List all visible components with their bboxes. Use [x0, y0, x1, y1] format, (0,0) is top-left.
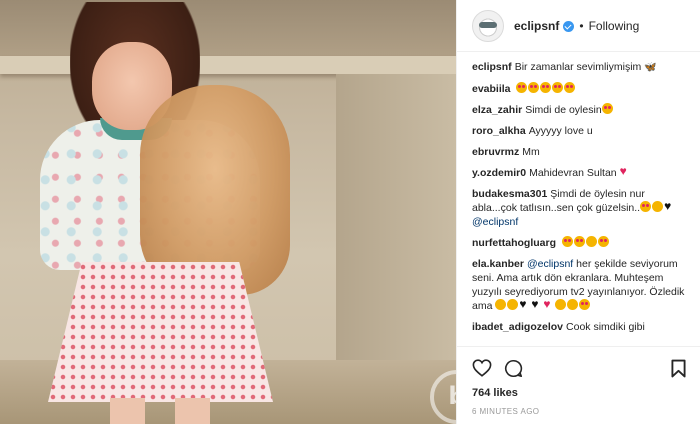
comment-item: y.ozdemir0 Mahidevran Sultan	[472, 164, 691, 180]
heart-eyes-emoji-icon	[561, 236, 573, 247]
comment-item: ela.kanber @eclipsnf her şekilde seviyoru…	[472, 257, 691, 313]
comment-username[interactable]: ebruvrmz	[472, 146, 519, 158]
comment-item: ebruvrmz Mm	[472, 145, 691, 159]
verified-badge-icon	[563, 21, 575, 32]
heart-eyes-emoji-icon	[552, 82, 564, 93]
comment-username[interactable]: budakesma301	[472, 188, 547, 200]
post-sidebar: eclipsnf • Following eclipsnf Bir zamanla…	[456, 0, 700, 424]
comment-mention[interactable]: @eclipsnf	[472, 216, 518, 228]
following-button[interactable]: Following	[589, 19, 640, 33]
comment-username[interactable]: ibadet_adigozelov	[472, 321, 563, 333]
heart-eyes-emoji-icon	[579, 299, 591, 310]
avatar[interactable]	[472, 9, 504, 42]
bookmark-icon[interactable]	[671, 359, 686, 378]
speech-bubble-icon[interactable]	[504, 359, 523, 378]
separator-dot: •	[579, 18, 584, 33]
child-legs	[110, 398, 210, 424]
hand-emoji-icon	[507, 299, 519, 310]
heart-emoji-icon	[543, 297, 554, 311]
comment-item: roro_alkha Ayyyyy love u	[472, 124, 691, 138]
child-skirt	[48, 262, 273, 402]
smile-emoji-icon	[585, 236, 597, 247]
likes-count[interactable]: 764 likes	[472, 387, 686, 399]
butterfly-icon: 🦋	[644, 62, 657, 73]
comment-mention[interactable]: @eclipsnf	[527, 258, 573, 270]
comment-text: Mm	[522, 146, 540, 158]
comment-username[interactable]: nurfettahogluarg	[472, 237, 556, 249]
heart-eyes-emoji-icon	[573, 236, 585, 247]
comment-text: Cook simdiki gibi	[566, 321, 645, 333]
comment-item: elza_zahir Simdi de oylesin	[472, 103, 691, 117]
post-header: eclipsnf • Following	[457, 0, 700, 52]
comment-item: ibadet_adigozelov Cook simdiki gibi	[472, 320, 691, 334]
comment-text: Bir zamanlar sevimliymişim	[514, 61, 642, 73]
comment-item: nurfettahogluarg	[472, 236, 691, 250]
post-footer: 764 likes 6 MINUTES AGO	[457, 346, 700, 416]
smile-emoji-icon	[555, 299, 567, 310]
comment-text: Ayyyyy love u	[528, 125, 593, 137]
black-heart-emoji-icon	[519, 297, 530, 311]
post-timestamp: 6 MINUTES AGO	[472, 407, 540, 416]
heart-eyes-emoji-icon	[601, 103, 613, 114]
action-bar	[472, 355, 686, 381]
smile-emoji-icon	[567, 299, 579, 310]
black-heart-emoji-icon	[531, 297, 542, 311]
comment-item: evabiila	[472, 82, 691, 96]
comment-username[interactable]: ela.kanber	[472, 258, 524, 270]
comment-username[interactable]: roro_alkha	[472, 125, 526, 137]
comment-text: Mahidevran Sultan	[529, 167, 617, 179]
comment-text: Simdi de oylesin	[525, 104, 602, 116]
heart-eyes-emoji-icon	[597, 236, 609, 247]
heart-outline-icon[interactable]	[472, 359, 492, 377]
comment-username[interactable]: elza_zahir	[472, 104, 522, 116]
comment-username[interactable]: eclipsnf	[472, 61, 512, 73]
post-username[interactable]: eclipsnf	[514, 19, 559, 33]
photo-shelf	[0, 56, 456, 74]
comment-username[interactable]: y.ozdemir0	[472, 167, 526, 179]
comment-item: budakesma301 Şimdi de öylesin nur abla...…	[472, 187, 691, 229]
hand-emoji-icon	[495, 299, 507, 310]
heart-emoji-icon	[620, 164, 631, 178]
comment-username[interactable]: evabiila	[472, 83, 511, 95]
heart-eyes-emoji-icon	[564, 82, 576, 93]
heart-eyes-emoji-icon	[540, 82, 552, 93]
heart-eyes-emoji-icon	[528, 82, 540, 93]
heart-eyes-emoji-icon	[516, 82, 528, 93]
post-photo[interactable]: b	[0, 0, 456, 424]
comment-item: eclipsnf Bir zamanlar sevimliymişim 🦋	[472, 60, 691, 75]
black-heart-emoji-icon	[664, 199, 675, 213]
heart-eyes-emoji-icon	[640, 201, 652, 212]
smile-emoji-icon	[652, 201, 664, 212]
comments-list: eclipsnf Bir zamanlar sevimliymişim 🦋 eva…	[457, 60, 700, 341]
